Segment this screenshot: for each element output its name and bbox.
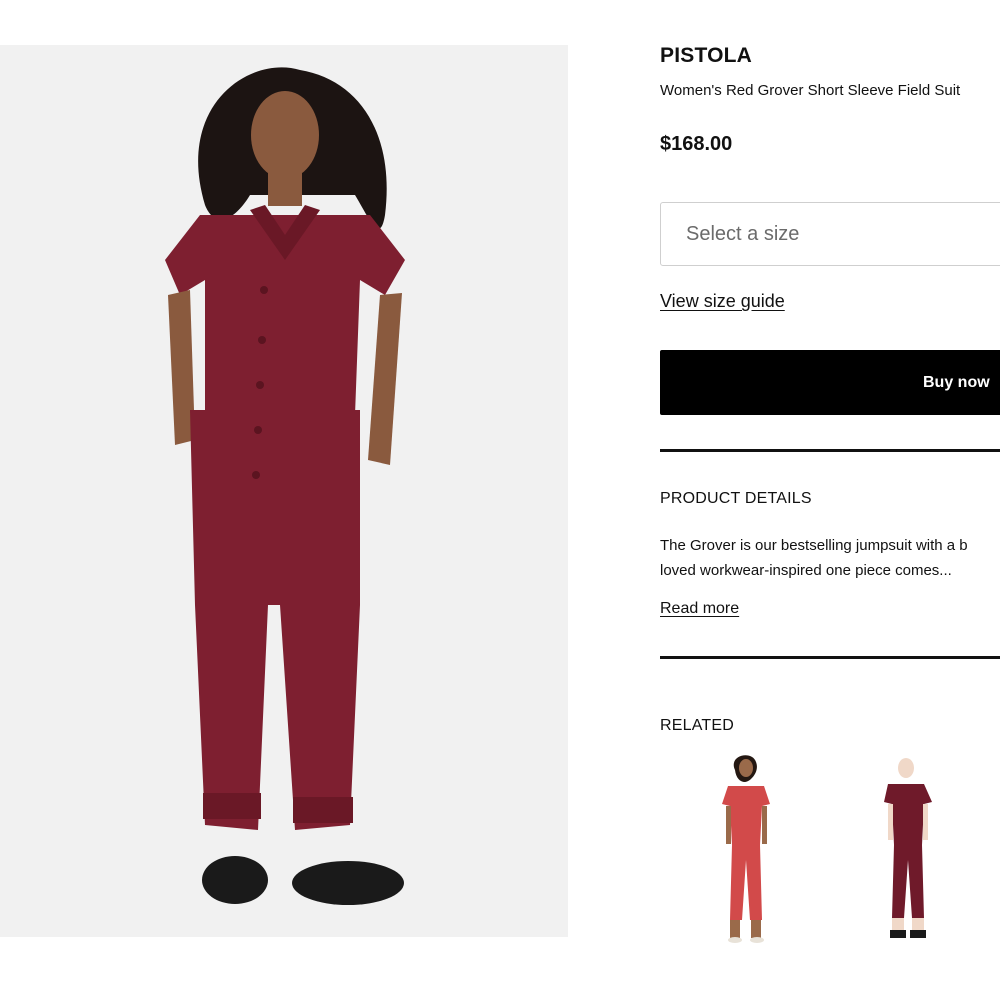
- related-product-thumbnail[interactable]: [690, 750, 800, 950]
- size-select-placeholder: Select a size: [686, 222, 800, 245]
- size-guide-link[interactable]: View size guide: [660, 291, 785, 312]
- product-title: Women's Red Grover Short Sleeve Field Su…: [660, 82, 961, 99]
- related-heading: RELATED: [660, 717, 735, 734]
- related-product-thumbnail[interactable]: [858, 750, 968, 950]
- product-details-panel: PISTOLA Women's Red Grover Short Sleeve …: [660, 0, 1000, 1000]
- size-select[interactable]: Select a size: [660, 202, 1000, 266]
- divider: [660, 656, 1000, 659]
- product-page: PISTOLA Women's Red Grover Short Sleeve …: [0, 0, 1000, 1000]
- buy-now-button[interactable]: Buy now: [660, 350, 1000, 415]
- divider: [660, 449, 1000, 452]
- product-description: The Grover is our bestselling jumpsuit w…: [660, 533, 1000, 583]
- product-price: $168.00: [660, 133, 733, 155]
- brand-name[interactable]: PISTOLA: [660, 44, 752, 68]
- description-line: loved workwear-inspired one piece comes.…: [660, 562, 952, 579]
- read-more-link[interactable]: Read more: [660, 600, 739, 618]
- product-details-heading: PRODUCT DETAILS: [660, 490, 812, 507]
- product-image[interactable]: [0, 45, 568, 937]
- description-line: The Grover is our bestselling jumpsuit w…: [660, 537, 968, 554]
